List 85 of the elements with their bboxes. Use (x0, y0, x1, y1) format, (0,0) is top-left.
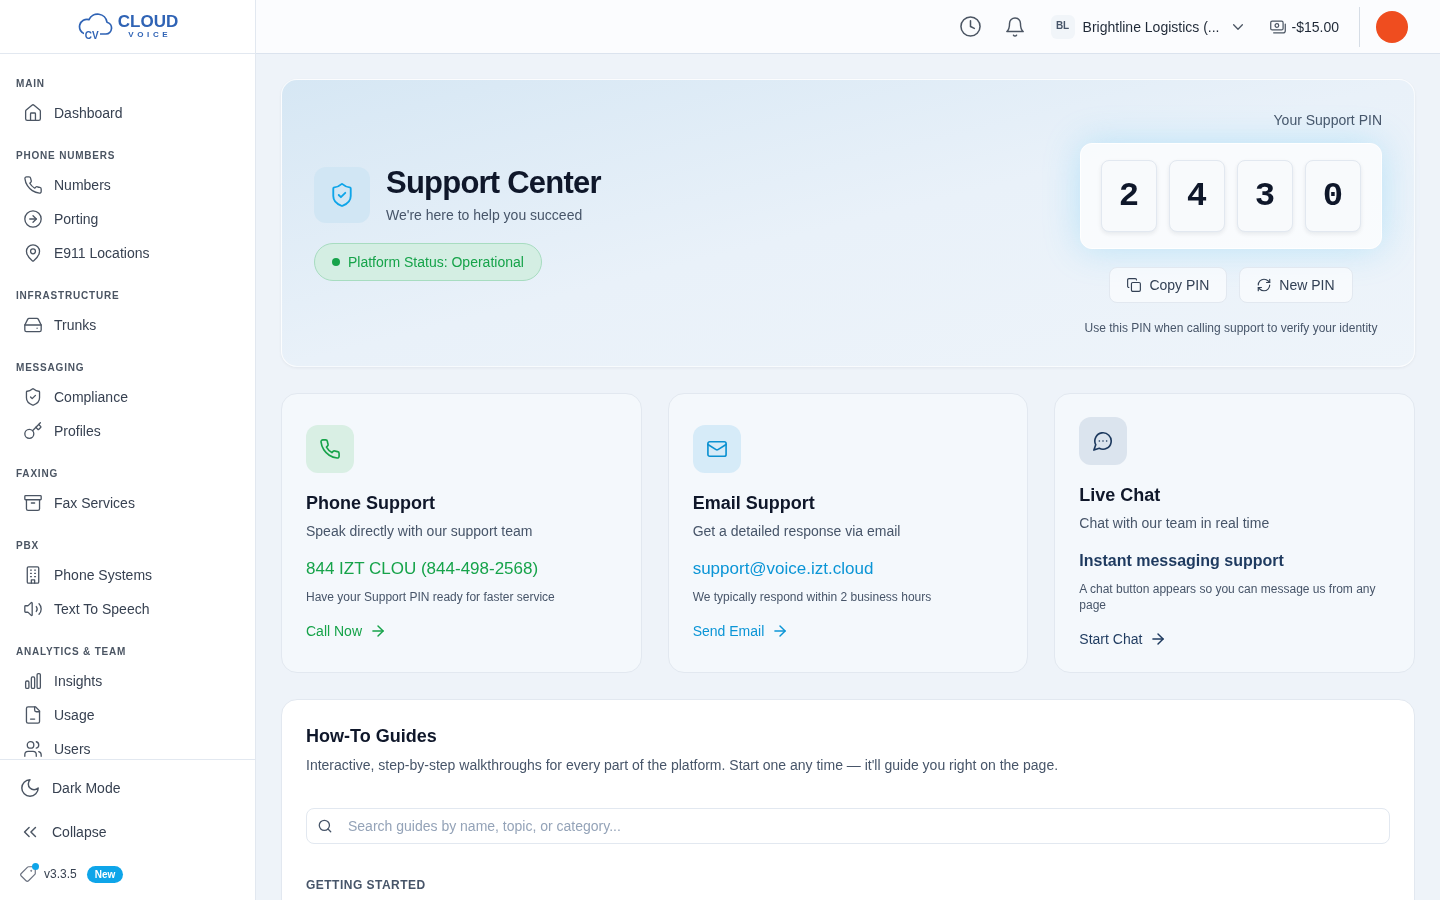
card-title: Live Chat (1079, 484, 1162, 507)
home-icon (24, 104, 42, 122)
map-pin-icon (24, 244, 42, 262)
nav-item[interactable]: Text To Speech (8, 592, 247, 626)
refresh-icon (1257, 278, 1272, 292)
bell-icon (1004, 16, 1025, 37)
hard-drive-icon (24, 316, 42, 334)
bar-chart-icon (24, 672, 42, 690)
org-initials: BL (1050, 14, 1075, 39)
section-label: ANALYTICS & TEAM (15, 646, 128, 658)
search-field[interactable]: Search guides by name, topic, or category... (306, 808, 1390, 844)
nav-item[interactable]: Insights (8, 664, 247, 698)
phone-icon (24, 176, 42, 194)
nav-item[interactable]: Porting (8, 202, 247, 236)
new-release-label: New (86, 865, 124, 883)
card-title: Email Support (692, 492, 816, 515)
speaker-icon (24, 600, 42, 618)
archive-box-icon (24, 494, 42, 512)
dark-mode-toggle[interactable]: Dark Mode (0, 766, 255, 810)
arrow-right-icon (772, 623, 789, 639)
shield-check-icon (24, 388, 42, 406)
section-label: MESSAGING (15, 362, 86, 374)
nav-item[interactable]: Users (8, 732, 247, 759)
pin-digit: 4 (1169, 160, 1225, 232)
page-title: Support Center (386, 165, 601, 201)
nav-item[interactable]: Usage (8, 698, 247, 732)
building-icon (24, 566, 42, 584)
search-icon (318, 819, 332, 833)
nav-item[interactable]: E911 Locations (8, 236, 247, 270)
phone-icon (306, 425, 354, 473)
pin-digit: 0 (1305, 160, 1361, 232)
arrow-right-icon (1150, 631, 1167, 647)
status-text: Platform Status: Operational (348, 253, 524, 272)
avatar[interactable] (1376, 10, 1408, 43)
document-icon (24, 706, 42, 724)
banknotes-icon (1269, 18, 1286, 35)
action-link[interactable]: Start Chat (1079, 629, 1167, 649)
key-icon (24, 422, 42, 440)
section-label: FAXING (15, 468, 60, 480)
organization-switcher[interactable]: BL Brightline Logistics (... (1050, 10, 1246, 43)
card-highlight: Instant messaging support (1079, 551, 1285, 571)
nav-item[interactable]: Numbers (8, 168, 247, 202)
page-subtitle: We're here to help you succeed (386, 206, 584, 225)
card-note: A chat button appears so you can message us from any page (1079, 581, 1377, 613)
copy-icon (1127, 278, 1142, 292)
section-label: INFRASTRUCTURE (15, 290, 121, 302)
card-note: We typically respond within 2 business hours (692, 589, 933, 605)
card-subtitle: Chat with our team in real time (1079, 514, 1271, 533)
nav-item[interactable]: Profiles (8, 414, 247, 448)
arrow-circle-icon (24, 210, 42, 228)
new-pin-button[interactable]: New PIN (1239, 267, 1353, 303)
pin-digit: 2 (1101, 160, 1157, 232)
chat-bubble-icon (1079, 417, 1128, 465)
card-title: Phone Support (306, 492, 436, 515)
collapse-button[interactable]: Collapse (0, 810, 255, 854)
nav-item[interactable]: Dashboard (8, 96, 247, 130)
pin-note: Use this PIN when calling support to verify your identity (1084, 320, 1378, 336)
moon-icon (20, 778, 40, 798)
section-label: PBX (15, 540, 40, 552)
card-note: Have your Support PIN ready for faster service (306, 589, 556, 605)
pin-label: Your Support PIN (1273, 111, 1382, 130)
users-icon (24, 740, 42, 758)
section-description: Interactive, step-by-step walkthroughs for every part of the platform. Start one any time — it'll guide you right on the page. (306, 756, 1060, 775)
nav-item[interactable]: Compliance (8, 380, 247, 414)
copy-pin-button[interactable]: Copy PIN (1109, 267, 1228, 303)
arrow-right-icon (370, 623, 386, 639)
card-subtitle: Get a detailed response via email (692, 522, 902, 541)
section-label: MAIN (15, 78, 46, 90)
nav-item[interactable]: Fax Services (8, 486, 247, 520)
tag-icon (20, 866, 36, 882)
nav-item[interactable]: Trunks (8, 308, 247, 342)
logo-initials: CV (83, 29, 100, 41)
nav-item[interactable]: Phone Systems (8, 558, 247, 592)
category-label: GETTING STARTED (306, 877, 427, 893)
section-title: How-To Guides (306, 725, 438, 748)
section-label: PHONE NUMBERS (15, 150, 117, 162)
logo-wordmark: CLOUD (117, 13, 179, 30)
clock-icon (960, 16, 982, 37)
shield-check-icon (314, 167, 370, 223)
card-subtitle: Speak directly with our support team (306, 522, 534, 541)
mail-icon (692, 425, 741, 473)
version-label: v3.3.5 (44, 866, 77, 882)
pin-digit: 3 (1237, 160, 1293, 232)
account-balance: -$15.00 (1291, 17, 1339, 37)
logo-tagline: VOICE (127, 29, 172, 40)
